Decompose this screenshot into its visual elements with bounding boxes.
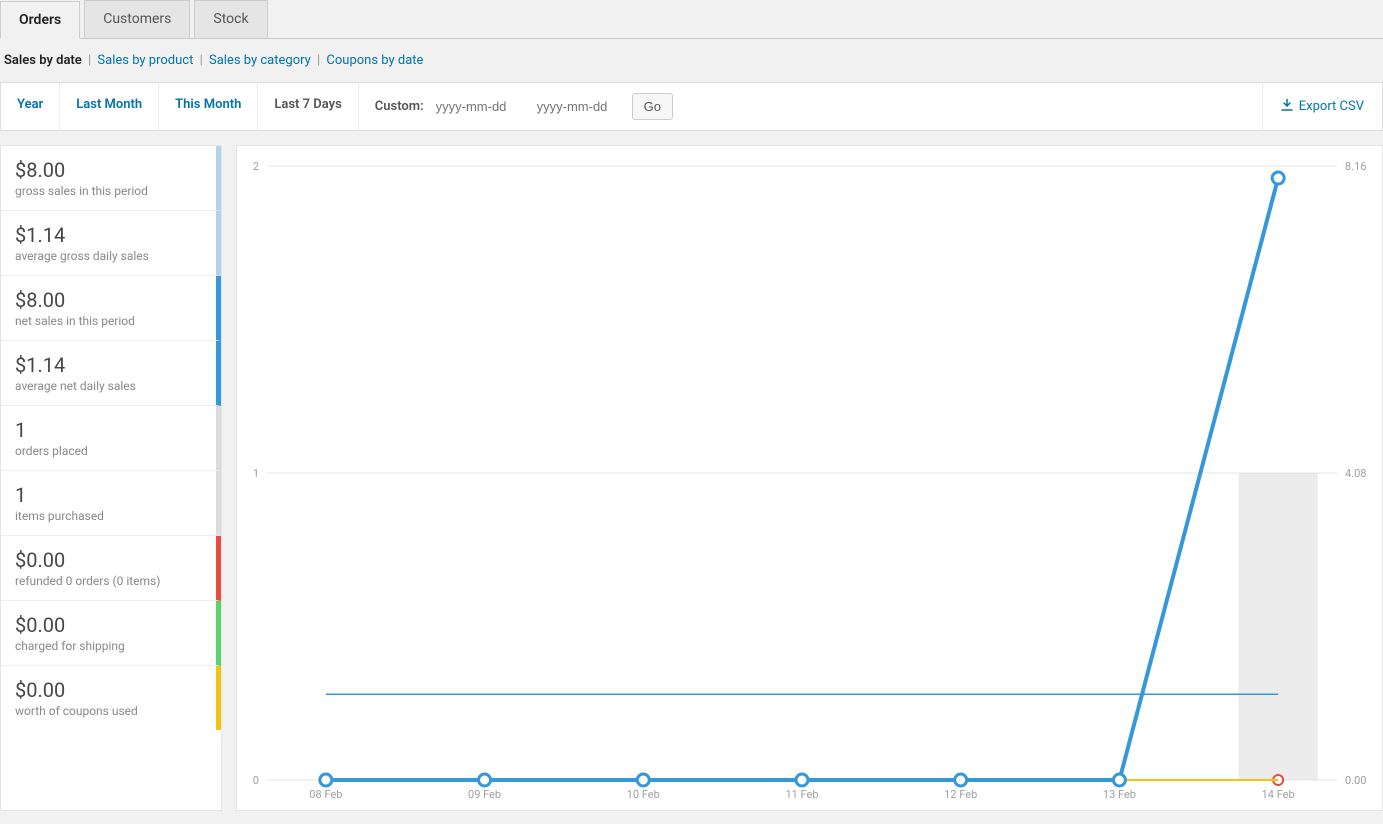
svg-text:0: 0	[253, 774, 259, 787]
stat-label: average net daily sales	[15, 379, 204, 393]
report-body: $8.00 gross sales in this period $1.14 aver…	[0, 131, 1383, 821]
svg-text:10 Feb: 10 Feb	[627, 788, 660, 801]
svg-text:09 Feb: 09 Feb	[468, 788, 501, 801]
stat-items-purchased[interactable]: 1 items purchased	[1, 471, 221, 536]
export-csv-label: Export CSV	[1299, 99, 1364, 114]
download-icon	[1281, 99, 1293, 115]
report-link-sales-by-date: Sales by date	[4, 53, 82, 68]
separator: |	[85, 53, 95, 68]
svg-text:08 Feb: 08 Feb	[309, 788, 342, 801]
svg-text:1: 1	[253, 467, 259, 480]
chart-container: 0 1 2 0.00 4.08 8.16 08 Feb 09 Feb 10 Feb 11 Feb 1…	[236, 145, 1383, 811]
top-tab-orders[interactable]: Orders	[0, 1, 80, 39]
range-tab-last-7-days[interactable]: Last 7 Days	[258, 83, 358, 130]
stat-value: 1	[15, 418, 204, 442]
stat-label: charged for shipping	[15, 639, 204, 653]
range-tab-this-month[interactable]: This Month	[159, 83, 258, 130]
custom-label: Custom:	[375, 99, 424, 114]
stat-average-net-daily-sales[interactable]: $1.14 average net daily sales	[1, 341, 221, 406]
date-range-bar: YearLast MonthThis MonthLast 7 Days Cust…	[0, 82, 1383, 131]
stat-charged-for-shipping[interactable]: $0.00 charged for shipping	[1, 601, 221, 666]
stat-value: $1.14	[15, 223, 204, 247]
stat-label: refunded 0 orders (0 items)	[15, 574, 204, 588]
range-tab-year[interactable]: Year	[1, 83, 60, 130]
stat-value: $0.00	[15, 613, 204, 637]
svg-text:11 Feb: 11 Feb	[785, 788, 818, 801]
stat-average-gross-daily-sales[interactable]: $1.14 average gross daily sales	[1, 211, 221, 276]
go-button[interactable]: Go	[632, 93, 673, 120]
svg-text:2: 2	[253, 160, 259, 173]
stat-worth-of-coupons-used[interactable]: $0.00 worth of coupons used	[1, 666, 221, 730]
top-tabs: OrdersCustomersStock	[0, 0, 1383, 39]
svg-text:8.16: 8.16	[1345, 160, 1366, 173]
stat-value: 1	[15, 483, 204, 507]
stat-value: $1.14	[15, 353, 204, 377]
stat-label: net sales in this period	[15, 314, 204, 328]
custom-range: Custom: Go	[359, 83, 689, 130]
range-tab-last-month[interactable]: Last Month	[60, 83, 159, 130]
stat-label: orders placed	[15, 444, 204, 458]
stats-sidebar: $8.00 gross sales in this period $1.14 aver…	[0, 145, 222, 811]
stat-net-sales-in-this-period[interactable]: $8.00 net sales in this period	[1, 276, 221, 341]
stat-value: $0.00	[15, 678, 204, 702]
svg-text:12 Feb: 12 Feb	[944, 788, 977, 801]
stat-label: worth of coupons used	[15, 704, 204, 718]
report-link-sales-by-category[interactable]: Sales by category	[209, 53, 311, 68]
date-from-input[interactable]	[430, 95, 525, 118]
stat-gross-sales-in-this-period[interactable]: $8.00 gross sales in this period	[1, 146, 221, 211]
stat-refunded-0-orders-0-items[interactable]: $0.00 refunded 0 orders (0 items)	[1, 536, 221, 601]
svg-text:13 Feb: 13 Feb	[1103, 788, 1136, 801]
stat-label: gross sales in this period	[15, 184, 204, 198]
svg-text:14 Feb: 14 Feb	[1262, 788, 1295, 801]
export-csv-link[interactable]: Export CSV	[1262, 83, 1382, 130]
report-type-links: Sales by date | Sales by product | Sales…	[0, 39, 1383, 82]
sales-chart: 0 1 2 0.00 4.08 8.16 08 Feb 09 Feb 10 Feb 11 Feb 1…	[237, 146, 1382, 810]
separator: |	[196, 53, 206, 68]
top-tab-customers[interactable]: Customers	[84, 0, 190, 38]
stat-value: $8.00	[15, 288, 204, 312]
separator: |	[314, 53, 324, 68]
stat-orders-placed[interactable]: 1 orders placed	[1, 406, 221, 471]
report-link-coupons-by-date[interactable]: Coupons by date	[326, 53, 423, 68]
stat-value: $8.00	[15, 158, 204, 182]
stat-label: items purchased	[15, 509, 204, 523]
stat-label: average gross daily sales	[15, 249, 204, 263]
top-tab-stock[interactable]: Stock	[194, 0, 267, 38]
date-to-input[interactable]	[531, 95, 626, 118]
svg-text:0.00: 0.00	[1345, 774, 1366, 787]
stat-value: $0.00	[15, 548, 204, 572]
svg-text:4.08: 4.08	[1345, 467, 1366, 480]
report-link-sales-by-product[interactable]: Sales by product	[97, 53, 193, 68]
